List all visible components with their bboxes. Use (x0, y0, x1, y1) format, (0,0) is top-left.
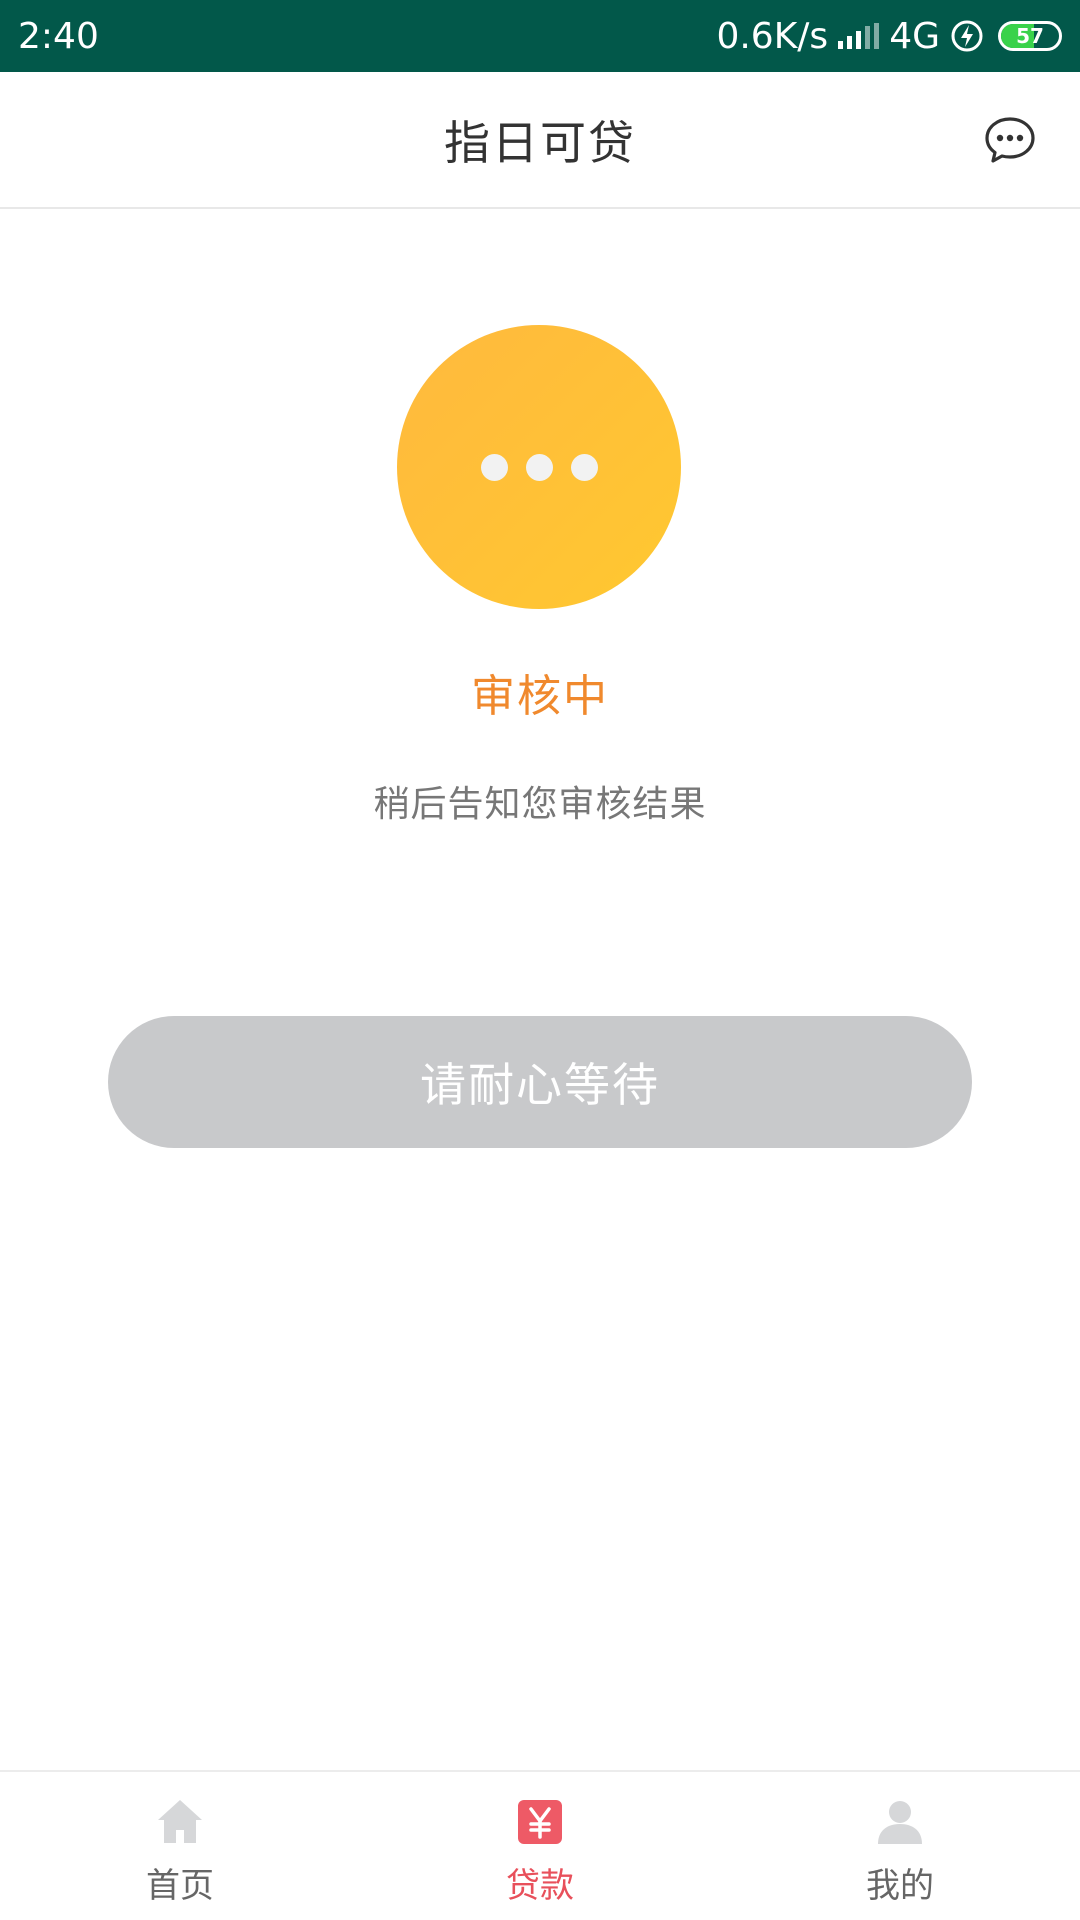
tab-loan[interactable]: 贷款 (360, 1772, 720, 1920)
chat-bubble-icon (985, 117, 1035, 163)
tab-home[interactable]: 首页 (0, 1772, 360, 1920)
tab-label: 贷款 (506, 1866, 574, 1906)
status-title: 审核中 (471, 671, 609, 722)
ellipsis-icon (570, 453, 598, 481)
pending-status-circle (397, 325, 681, 609)
status-bar: 2:40 0.6K/s 4G 57 (0, 0, 1080, 72)
tab-label: 首页 (146, 1866, 214, 1906)
app-header: 指日可贷 (0, 72, 1080, 209)
wait-button[interactable]: 请耐心等待 (108, 1016, 972, 1148)
status-description: 稍后告知您审核结果 (373, 784, 707, 825)
yen-loan-icon (518, 1800, 562, 1844)
home-icon (158, 1800, 202, 1843)
page-title: 指日可贷 (444, 115, 636, 170)
tab-bar: 首页 贷款 我的 (0, 1770, 1080, 1920)
tab-label: 我的 (866, 1866, 934, 1906)
battery-icon: 57 (998, 21, 1062, 51)
status-indicators: 0.6K/s 4G 57 (716, 16, 1062, 57)
message-button[interactable] (984, 116, 1036, 164)
charging-icon (951, 20, 983, 52)
battery-percent: 57 (1016, 24, 1044, 48)
ellipsis-icon (480, 453, 508, 481)
status-time: 2:40 (18, 15, 99, 57)
net-speed: 0.6K/s (716, 15, 829, 57)
network-type: 4G (889, 15, 940, 57)
tab-profile[interactable]: 我的 (720, 1772, 1080, 1920)
ellipsis-icon (525, 453, 553, 481)
user-icon (878, 1801, 922, 1844)
signal-icon (838, 23, 880, 49)
